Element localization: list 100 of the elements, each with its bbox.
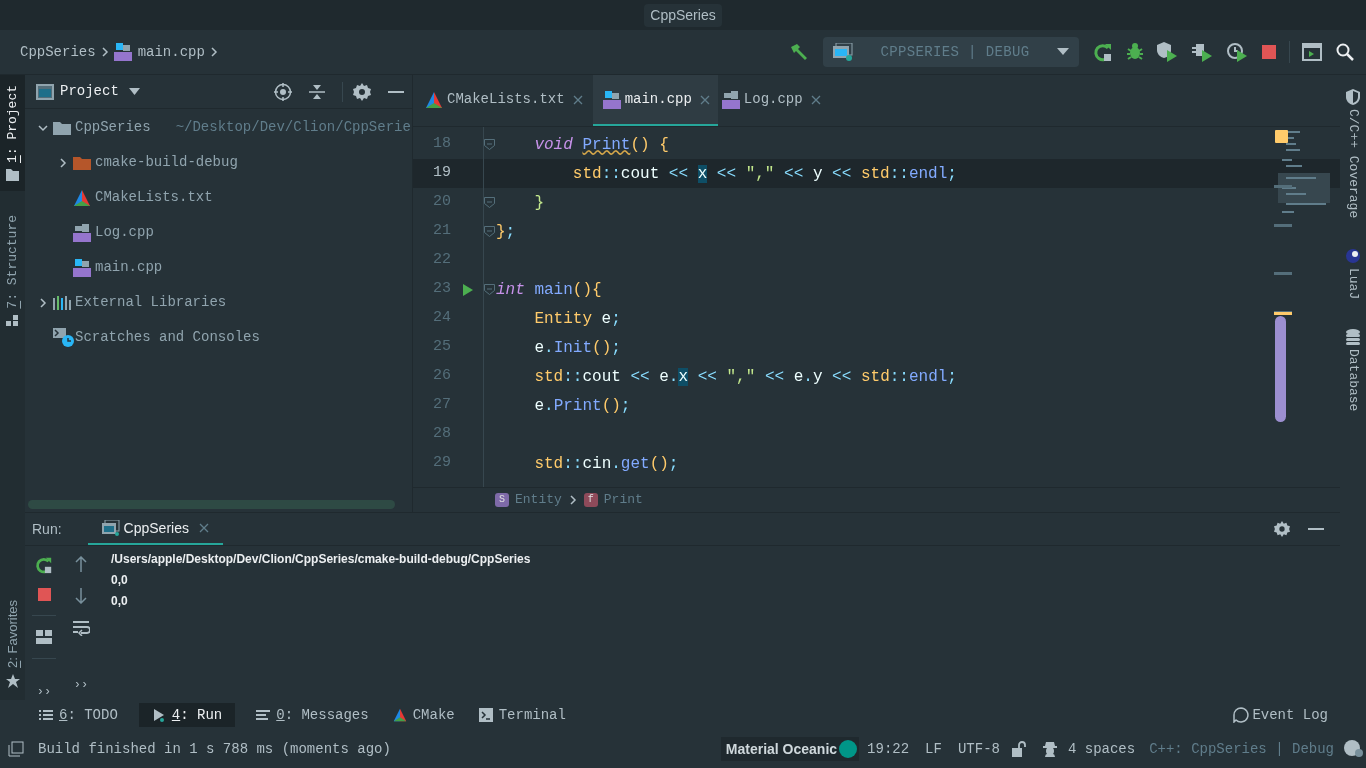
breadcrumb-separator-icon — [99, 46, 110, 58]
struct-badge: S — [495, 493, 509, 507]
rerun-icon[interactable] — [1093, 42, 1113, 62]
breadcrumb-item[interactable]: main.cpp — [137, 41, 205, 63]
tree-item-label[interactable]: CMakeLists.txt — [95, 187, 213, 208]
collapse-all-icon[interactable] — [309, 83, 325, 100]
caret-position[interactable]: 19:22 — [867, 738, 910, 760]
more-tools-button[interactable]: ›› — [73, 676, 89, 694]
side-tab[interactable]: Database — [1343, 329, 1363, 412]
more-tools-button[interactable]: ›› — [36, 683, 52, 701]
stop-icon[interactable] — [37, 588, 51, 601]
unlocked-padlock-icon[interactable] — [1011, 741, 1026, 757]
function-badge: f — [583, 493, 598, 507]
settings-icon[interactable] — [1274, 521, 1290, 537]
run-icon[interactable] — [462, 283, 473, 296]
code-line: e.Print(); — [533, 395, 631, 417]
fold-marker-icon[interactable] — [484, 226, 495, 237]
theme-switcher[interactable]: Material Oceanic — [720, 737, 860, 761]
tool-window-tab[interactable]: 6: TODO — [36, 703, 121, 727]
line-number: 27 — [432, 395, 451, 416]
event-log-button[interactable]: Event Log — [1233, 704, 1328, 726]
folder-icon — [6, 169, 19, 182]
error-stripe-mark — [1274, 185, 1292, 188]
side-tab[interactable]: 7: Structure — [0, 205, 25, 337]
project-view-dropdown[interactable]: Project — [60, 81, 140, 102]
cpp-file-icon — [721, 90, 740, 109]
up-arrow-icon[interactable] — [75, 556, 87, 572]
code-line: Entity e; — [533, 308, 621, 330]
terminal-window-icon[interactable] — [1302, 43, 1322, 61]
chevron-right-icon[interactable] — [58, 156, 68, 169]
profile-run-icon[interactable] — [1192, 42, 1214, 62]
code-line: void Print() { — [533, 134, 669, 156]
run-icon — [151, 708, 166, 722]
structure-icon — [6, 314, 19, 327]
indent-setting[interactable]: 4 spaces — [1067, 738, 1136, 760]
code-line: int main(){ — [496, 279, 602, 301]
side-tab[interactable]: LuaJ — [1343, 248, 1363, 300]
shield-icon — [1346, 89, 1360, 105]
side-tab[interactable]: 1: Project — [0, 75, 25, 192]
layout-icon[interactable] — [36, 630, 52, 644]
side-tab[interactable]: C/C++ Coverage — [1343, 89, 1363, 219]
tree-item-label[interactable]: Scratches and Consoles — [75, 327, 260, 348]
hammer-icon[interactable] — [789, 43, 809, 61]
settings-icon[interactable] — [353, 82, 371, 101]
tree-item-label[interactable]: Log.cpp — [95, 222, 154, 243]
minimize-icon[interactable] — [388, 90, 404, 93]
side-tab[interactable]: 2: Favorites — [0, 594, 25, 694]
tool-window-tab[interactable]: Terminal — [475, 703, 569, 727]
tree-item-label[interactable]: CppSeries — [75, 117, 151, 138]
person-with-hat-icon[interactable] — [1041, 741, 1058, 757]
run-tab[interactable]: CppSeries — [87, 513, 223, 545]
chevron-down-icon[interactable] — [37, 122, 49, 133]
fold-marker-icon[interactable] — [484, 284, 495, 295]
rerun-icon[interactable] — [35, 556, 53, 574]
panels-toggle-icon[interactable] — [8, 741, 24, 757]
folder-icon — [73, 155, 91, 170]
bug-icon[interactable] — [1126, 43, 1144, 61]
tree-item-label[interactable]: External Libraries — [75, 292, 227, 313]
code-line: } — [533, 192, 544, 214]
editor-tab[interactable]: CMakeLists.txt — [423, 75, 591, 126]
tree-item-label[interactable]: cmake-build-debug — [95, 152, 238, 173]
line-separator[interactable]: LF — [925, 738, 942, 760]
library-icon — [53, 295, 71, 310]
locate-icon[interactable] — [274, 82, 292, 101]
chevron-right-icon[interactable] — [38, 296, 48, 309]
horizontal-scrollbar[interactable] — [28, 499, 395, 509]
tool-window-tab[interactable]: 4: Run — [138, 703, 236, 727]
soft-wrap-icon[interactable] — [72, 620, 90, 636]
cmake-triangle-icon — [73, 188, 91, 207]
cmake-triangle-icon — [392, 708, 407, 722]
error-stripe-mark — [1274, 224, 1292, 227]
close-icon[interactable] — [198, 523, 209, 533]
line-number: 21 — [432, 221, 451, 242]
speech-bubble-icon — [1233, 707, 1250, 723]
line-number: 28 — [432, 424, 451, 445]
close-icon[interactable] — [810, 94, 821, 105]
editor-tab[interactable]: Log.cpp — [719, 75, 829, 126]
folder-icon — [53, 120, 71, 135]
caret-icon — [1057, 48, 1069, 56]
tool-window-tab[interactable]: CMake — [389, 703, 458, 727]
error-stripe-mark — [1274, 312, 1292, 315]
editor-tab[interactable]: main.cpp — [592, 75, 718, 126]
tree-item-label[interactable]: main.cpp — [95, 257, 163, 278]
line-number: 23 — [432, 279, 451, 300]
console-output-line: /Users/apple/Desktop/Dev/Clion/CppSeries/cmake-build-debug/CppSeries — [111, 551, 531, 568]
file-encoding[interactable]: UTF-8 — [957, 738, 1000, 760]
down-arrow-icon[interactable] — [75, 588, 87, 604]
line-number: 22 — [432, 250, 451, 271]
search-icon[interactable] — [1336, 43, 1354, 61]
breadcrumb-item[interactable]: CppSeries — [20, 41, 96, 63]
vertical-scrollbar[interactable] — [1275, 316, 1286, 422]
close-icon[interactable] — [572, 94, 583, 105]
fold-marker-icon[interactable] — [484, 139, 495, 150]
terminal-icon — [478, 708, 493, 722]
close-icon[interactable] — [699, 94, 710, 105]
fold-marker-icon[interactable] — [484, 197, 495, 208]
timer-run-icon[interactable] — [1227, 42, 1249, 62]
console-output-line: 0,0 — [111, 572, 129, 589]
tool-window-tab[interactable]: 0: Messages — [253, 703, 372, 727]
coverage-run-icon[interactable] — [1157, 42, 1179, 62]
